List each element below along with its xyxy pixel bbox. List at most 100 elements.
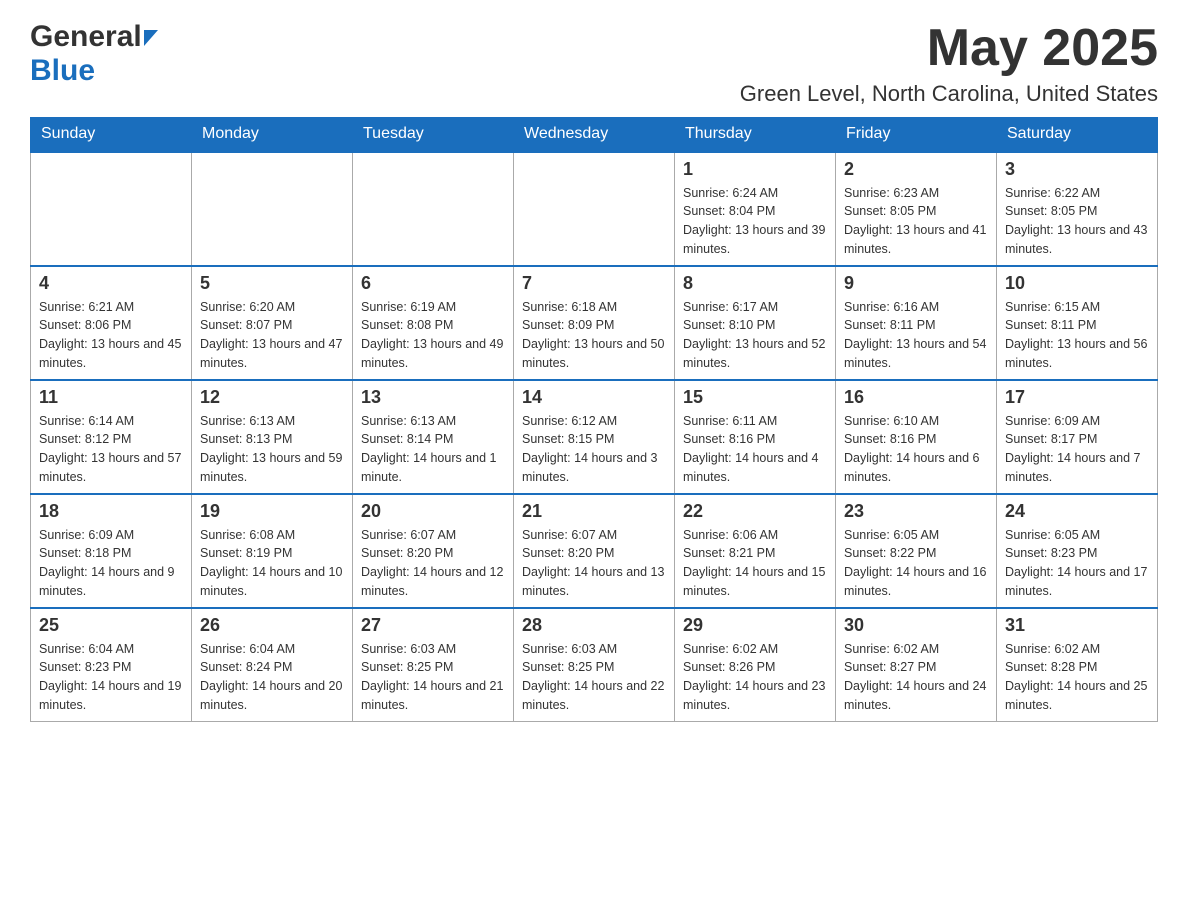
calendar-week-row: 1 Sunrise: 6:24 AM Sunset: 8:04 PM Daylig… [31, 152, 1158, 266]
day-info: Sunrise: 6:05 AM Sunset: 8:22 PM Dayligh… [844, 526, 988, 601]
calendar-day-cell: 28 Sunrise: 6:03 AM Sunset: 8:25 PM Dayli… [514, 608, 675, 722]
day-number: 26 [200, 615, 344, 636]
day-info: Sunrise: 6:13 AM Sunset: 8:14 PM Dayligh… [361, 412, 505, 487]
calendar-day-cell: 6 Sunrise: 6:19 AM Sunset: 8:08 PM Daylig… [353, 266, 514, 380]
calendar-day-cell: 26 Sunrise: 6:04 AM Sunset: 8:24 PM Dayli… [192, 608, 353, 722]
calendar-day-cell: 30 Sunrise: 6:02 AM Sunset: 8:27 PM Dayli… [836, 608, 997, 722]
day-info: Sunrise: 6:09 AM Sunset: 8:17 PM Dayligh… [1005, 412, 1149, 487]
calendar-header-row: SundayMondayTuesdayWednesdayThursdayFrid… [31, 117, 1158, 152]
day-info: Sunrise: 6:11 AM Sunset: 8:16 PM Dayligh… [683, 412, 827, 487]
calendar-day-cell: 31Sunrise: 6:02 AM Sunset: 8:28 PM Dayli… [997, 608, 1158, 722]
title-block: May 2025 Green Level, North Carolina, Un… [740, 20, 1158, 107]
calendar-day-cell: 11 Sunrise: 6:14 AM Sunset: 8:12 PM Dayli… [31, 380, 192, 494]
calendar-day-cell: 16Sunrise: 6:10 AM Sunset: 8:16 PM Dayli… [836, 380, 997, 494]
logo-arrow-icon [144, 30, 158, 46]
calendar-day-header: Wednesday [514, 117, 675, 152]
day-info: Sunrise: 6:14 AM Sunset: 8:12 PM Dayligh… [39, 412, 183, 487]
calendar-day-cell: 4Sunrise: 6:21 AM Sunset: 8:06 PM Daylig… [31, 266, 192, 380]
logo-general-text: General [30, 20, 142, 54]
calendar-day-header: Thursday [675, 117, 836, 152]
calendar-day-cell: 5 Sunrise: 6:20 AM Sunset: 8:07 PM Daylig… [192, 266, 353, 380]
day-number: 21 [522, 501, 666, 522]
day-info: Sunrise: 6:04 AM Sunset: 8:24 PM Dayligh… [200, 640, 344, 715]
calendar-day-cell: 1 Sunrise: 6:24 AM Sunset: 8:04 PM Daylig… [675, 152, 836, 266]
day-number: 16 [844, 387, 988, 408]
day-info: Sunrise: 6:02 AM Sunset: 8:27 PM Dayligh… [844, 640, 988, 715]
calendar-week-row: 11 Sunrise: 6:14 AM Sunset: 8:12 PM Dayli… [31, 380, 1158, 494]
day-number: 3 [1005, 159, 1149, 180]
calendar-day-cell: 29Sunrise: 6:02 AM Sunset: 8:26 PM Dayli… [675, 608, 836, 722]
day-info: Sunrise: 6:21 AM Sunset: 8:06 PM Dayligh… [39, 298, 183, 373]
day-number: 22 [683, 501, 827, 522]
day-info: Sunrise: 6:19 AM Sunset: 8:08 PM Dayligh… [361, 298, 505, 373]
calendar-week-row: 4Sunrise: 6:21 AM Sunset: 8:06 PM Daylig… [31, 266, 1158, 380]
calendar-day-cell: 22 Sunrise: 6:06 AM Sunset: 8:21 PM Dayli… [675, 494, 836, 608]
day-info: Sunrise: 6:13 AM Sunset: 8:13 PM Dayligh… [200, 412, 344, 487]
day-info: Sunrise: 6:17 AM Sunset: 8:10 PM Dayligh… [683, 298, 827, 373]
calendar-day-cell: 14Sunrise: 6:12 AM Sunset: 8:15 PM Dayli… [514, 380, 675, 494]
calendar-day-cell: 27 Sunrise: 6:03 AM Sunset: 8:25 PM Dayli… [353, 608, 514, 722]
day-number: 24 [1005, 501, 1149, 522]
day-number: 12 [200, 387, 344, 408]
day-number: 10 [1005, 273, 1149, 294]
day-info: Sunrise: 6:16 AM Sunset: 8:11 PM Dayligh… [844, 298, 988, 373]
day-number: 15 [683, 387, 827, 408]
day-info: Sunrise: 6:15 AM Sunset: 8:11 PM Dayligh… [1005, 298, 1149, 373]
day-number: 13 [361, 387, 505, 408]
calendar-day-cell [31, 152, 192, 266]
day-number: 1 [683, 159, 827, 180]
calendar-day-cell: 23 Sunrise: 6:05 AM Sunset: 8:22 PM Dayli… [836, 494, 997, 608]
day-info: Sunrise: 6:05 AM Sunset: 8:23 PM Dayligh… [1005, 526, 1149, 601]
day-number: 23 [844, 501, 988, 522]
calendar-day-cell: 18 Sunrise: 6:09 AM Sunset: 8:18 PM Dayli… [31, 494, 192, 608]
logo-blue-text: Blue [30, 54, 95, 87]
day-number: 11 [39, 387, 183, 408]
calendar-day-cell: 12 Sunrise: 6:13 AM Sunset: 8:13 PM Dayli… [192, 380, 353, 494]
calendar-day-cell: 9 Sunrise: 6:16 AM Sunset: 8:11 PM Daylig… [836, 266, 997, 380]
calendar-day-header: Saturday [997, 117, 1158, 152]
calendar-day-header: Tuesday [353, 117, 514, 152]
month-title: May 2025 [740, 20, 1158, 77]
day-number: 2 [844, 159, 988, 180]
day-number: 17 [1005, 387, 1149, 408]
calendar-day-cell: 8 Sunrise: 6:17 AM Sunset: 8:10 PM Daylig… [675, 266, 836, 380]
calendar-day-cell: 2 Sunrise: 6:23 AM Sunset: 8:05 PM Daylig… [836, 152, 997, 266]
day-number: 5 [200, 273, 344, 294]
day-info: Sunrise: 6:07 AM Sunset: 8:20 PM Dayligh… [361, 526, 505, 601]
day-info: Sunrise: 6:02 AM Sunset: 8:28 PM Dayligh… [1005, 640, 1149, 715]
day-number: 27 [361, 615, 505, 636]
calendar-table: SundayMondayTuesdayWednesdayThursdayFrid… [30, 117, 1158, 722]
calendar-day-cell: 19 Sunrise: 6:08 AM Sunset: 8:19 PM Dayli… [192, 494, 353, 608]
day-info: Sunrise: 6:18 AM Sunset: 8:09 PM Dayligh… [522, 298, 666, 373]
page-header: General Blue May 2025 Green Level, North… [30, 20, 1158, 107]
day-info: Sunrise: 6:08 AM Sunset: 8:19 PM Dayligh… [200, 526, 344, 601]
day-info: Sunrise: 6:20 AM Sunset: 8:07 PM Dayligh… [200, 298, 344, 373]
day-info: Sunrise: 6:02 AM Sunset: 8:26 PM Dayligh… [683, 640, 827, 715]
day-number: 6 [361, 273, 505, 294]
calendar-day-header: Sunday [31, 117, 192, 152]
day-number: 8 [683, 273, 827, 294]
day-number: 30 [844, 615, 988, 636]
day-number: 18 [39, 501, 183, 522]
calendar-day-header: Monday [192, 117, 353, 152]
calendar-day-cell: 25Sunrise: 6:04 AM Sunset: 8:23 PM Dayli… [31, 608, 192, 722]
calendar-day-cell: 10 Sunrise: 6:15 AM Sunset: 8:11 PM Dayli… [997, 266, 1158, 380]
day-info: Sunrise: 6:24 AM Sunset: 8:04 PM Dayligh… [683, 184, 827, 259]
day-info: Sunrise: 6:23 AM Sunset: 8:05 PM Dayligh… [844, 184, 988, 259]
calendar-day-cell: 20 Sunrise: 6:07 AM Sunset: 8:20 PM Dayli… [353, 494, 514, 608]
calendar-day-header: Friday [836, 117, 997, 152]
day-info: Sunrise: 6:09 AM Sunset: 8:18 PM Dayligh… [39, 526, 183, 601]
calendar-day-cell: 17 Sunrise: 6:09 AM Sunset: 8:17 PM Dayli… [997, 380, 1158, 494]
day-number: 9 [844, 273, 988, 294]
day-info: Sunrise: 6:22 AM Sunset: 8:05 PM Dayligh… [1005, 184, 1149, 259]
day-info: Sunrise: 6:03 AM Sunset: 8:25 PM Dayligh… [522, 640, 666, 715]
calendar-week-row: 18 Sunrise: 6:09 AM Sunset: 8:18 PM Dayli… [31, 494, 1158, 608]
day-info: Sunrise: 6:06 AM Sunset: 8:21 PM Dayligh… [683, 526, 827, 601]
day-info: Sunrise: 6:04 AM Sunset: 8:23 PM Dayligh… [39, 640, 183, 715]
day-info: Sunrise: 6:03 AM Sunset: 8:25 PM Dayligh… [361, 640, 505, 715]
day-number: 19 [200, 501, 344, 522]
day-number: 20 [361, 501, 505, 522]
day-number: 28 [522, 615, 666, 636]
calendar-day-cell: 3 Sunrise: 6:22 AM Sunset: 8:05 PM Daylig… [997, 152, 1158, 266]
day-info: Sunrise: 6:12 AM Sunset: 8:15 PM Dayligh… [522, 412, 666, 487]
